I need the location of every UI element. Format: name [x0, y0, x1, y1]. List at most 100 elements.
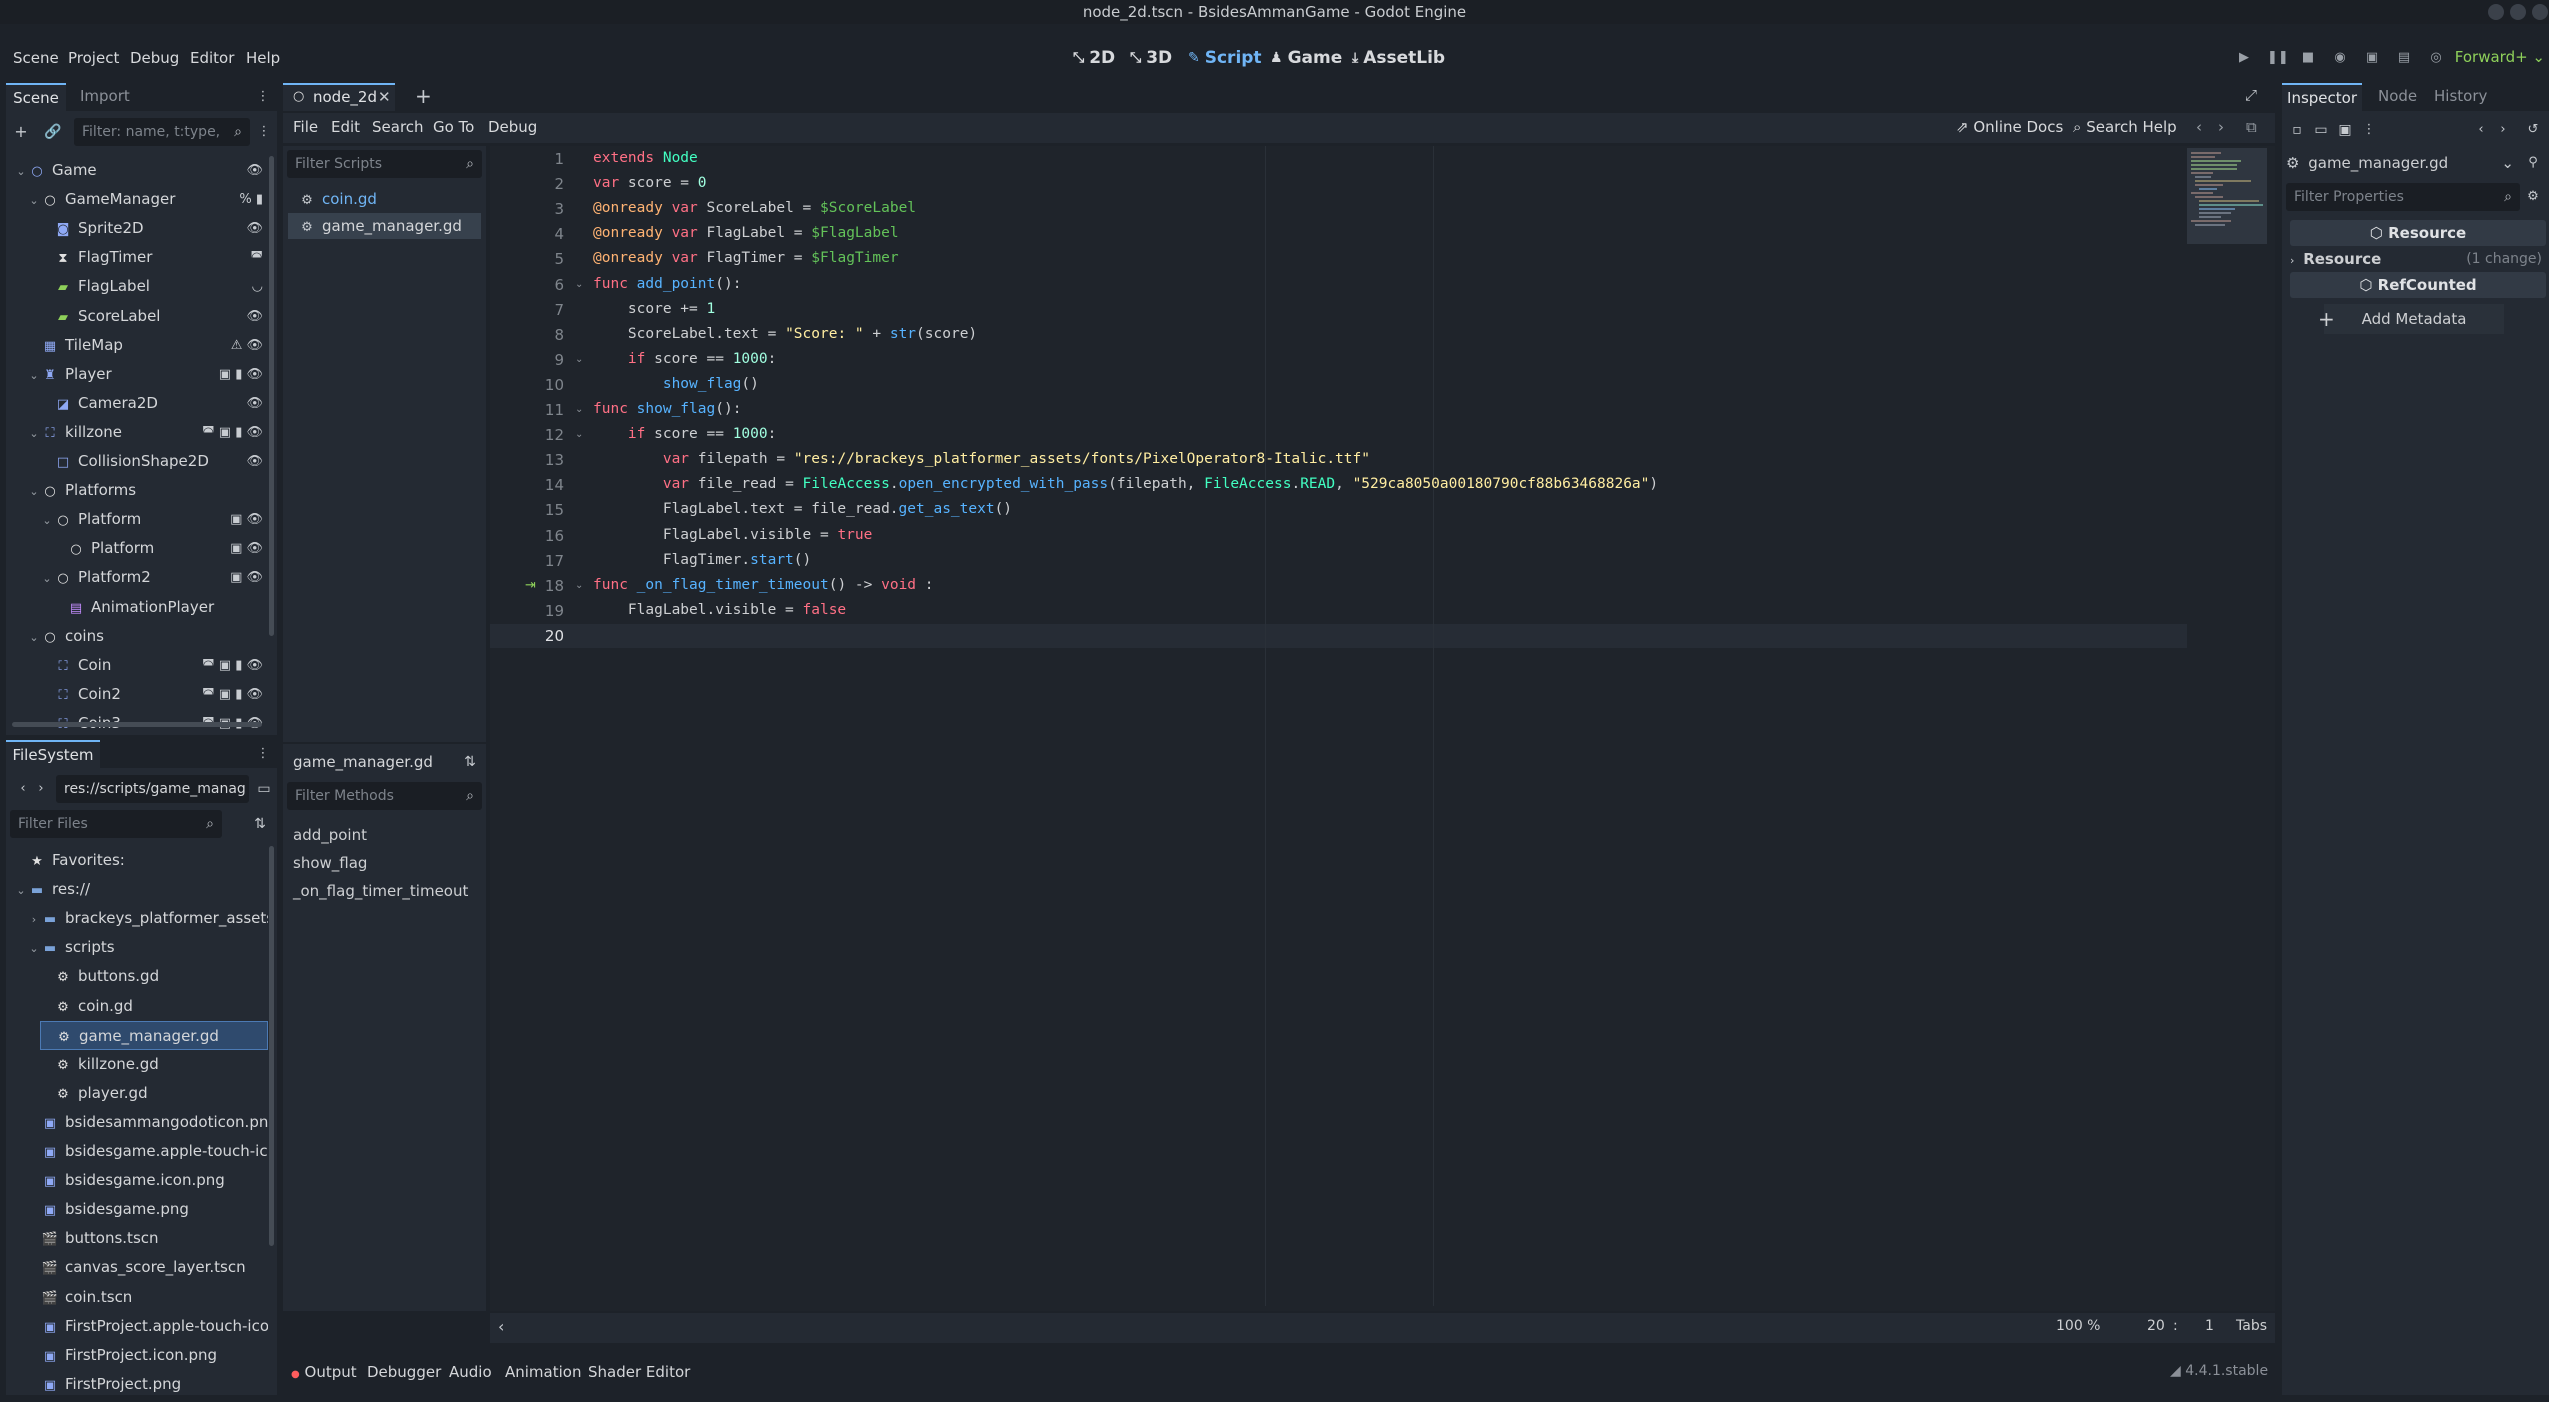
chevron-down-icon[interactable]: ⌄: [27, 934, 41, 963]
filesystem-item[interactable]: ▣ FirstProject.png: [27, 1370, 268, 1395]
menu-scene[interactable]: Scene: [13, 49, 59, 67]
add-node-icon[interactable]: +: [10, 121, 32, 143]
movie-maker-icon[interactable]: ◎: [2427, 49, 2445, 67]
tab-scene[interactable]: Scene: [6, 83, 66, 111]
filesystem-item[interactable]: ⚙ coin.gd: [40, 992, 268, 1021]
minimap[interactable]: [2187, 146, 2275, 1306]
filesystem-item[interactable]: 🎬 coin.tscn: [27, 1283, 268, 1312]
code-line[interactable]: ScoreLabel.text = "Score: " + str(score): [593, 326, 977, 342]
maximize-button[interactable]: [2510, 4, 2526, 20]
play-custom-scene-icon[interactable]: ▤: [2395, 49, 2413, 67]
code-line[interactable]: var filepath = "res://brackeys_platforme…: [593, 451, 1370, 467]
workspace-3d-button[interactable]: ⤡ 3D: [1130, 47, 1172, 69]
scene-tree-item[interactable]: ⛶ Coin: [40, 651, 111, 680]
instance-scene-icon[interactable]: 🔗: [42, 121, 64, 143]
scene-tree-item[interactable]: ⌄ ○ GameManager: [27, 185, 175, 214]
filesystem-item[interactable]: ⚙ game_manager.gd: [40, 1020, 268, 1050]
float-window-icon[interactable]: ⧉: [2246, 118, 2257, 136]
inspector-settings-icon[interactable]: ⚙: [2522, 186, 2544, 208]
filesystem-item[interactable]: 🎬 canvas_score_layer.tscn: [27, 1253, 268, 1282]
chevron-down-icon[interactable]: ⌄: [14, 876, 28, 905]
subsection-resource[interactable]: › Resource (1 change): [2290, 246, 2546, 272]
scene-tree-item[interactable]: ⛶ Coin2: [40, 680, 120, 709]
workspace-assetlib-button[interactable]: ⤓ AssetLib: [1352, 47, 1445, 69]
menu-editor[interactable]: Editor: [190, 49, 234, 67]
script-item-coin[interactable]: ⚙ coin.gd: [288, 186, 481, 212]
code-line[interactable]: show_flag(): [593, 376, 759, 392]
scene-tree-item[interactable]: ⌄ ○ Platform: [40, 505, 141, 534]
close-button[interactable]: [2532, 4, 2548, 20]
close-tab-icon[interactable]: ✕: [378, 88, 391, 106]
code-line[interactable]: FlagLabel.visible = false: [593, 602, 846, 618]
search-help-button[interactable]: ⌕ Search Help: [2073, 118, 2177, 136]
distraction-free-icon[interactable]: ⤢: [2245, 86, 2257, 104]
scene-tree-scrollbar[interactable]: [269, 156, 274, 636]
tab-import[interactable]: Import: [80, 87, 130, 105]
method-item[interactable]: _on_flag_timer_timeout: [293, 882, 468, 900]
filesystem-item[interactable]: ▣ bsidesammangodoticon.png: [27, 1108, 268, 1137]
visibility-icon[interactable]: ▣ 👁: [230, 505, 263, 534]
indent-mode[interactable]: Tabs: [2236, 1318, 2267, 1334]
code-line[interactable]: if score == 1000:: [593, 426, 776, 442]
object-tools-icon[interactable]: ⚲: [2522, 152, 2544, 174]
toggle-split-icon[interactable]: ▭: [253, 778, 275, 800]
filesystem-scrollbar[interactable]: [269, 846, 274, 1246]
workspace-2d-button[interactable]: ⤡ 2D: [1073, 47, 1115, 69]
inspected-object-selector[interactable]: ⚙ game_manager.gd ⌄: [2286, 150, 2516, 176]
signal-connection-icon[interactable]: ⇥: [525, 578, 536, 593]
sort-icon[interactable]: ⇅: [249, 813, 271, 835]
code-line[interactable]: func add_point():: [593, 276, 741, 292]
visibility-icon[interactable]: ◡: [252, 272, 263, 301]
scene-filter-input[interactable]: Filter: name, t:type, ⌕: [74, 118, 250, 146]
code-line[interactable]: func show_flag():: [593, 401, 741, 417]
filesystem-item[interactable]: ▣ bsidesgame.png: [27, 1195, 268, 1224]
visibility-icon[interactable]: % ▮: [239, 185, 263, 214]
code-line[interactable]: @onready var FlagTimer = $FlagTimer: [593, 250, 899, 266]
visibility-icon[interactable]: 👁: [246, 302, 263, 331]
sort-icon[interactable]: ⇅: [459, 751, 481, 773]
script-menu-search[interactable]: Search: [372, 118, 424, 136]
resource-menu-icon[interactable]: ⋮: [2358, 119, 2380, 141]
code-line[interactable]: func _on_flag_timer_timeout() -> void :: [593, 577, 934, 593]
code-editor[interactable]: 1 extends Node 2 var score = 0 3 @onready var…: [490, 146, 2275, 1311]
code-line[interactable]: @onready var ScoreLabel = $ScoreLabel: [593, 200, 916, 216]
scene-tree-item[interactable]: ⧗ FlagTimer: [40, 243, 152, 272]
script-menu-edit[interactable]: Edit: [331, 118, 360, 136]
new-resource-icon[interactable]: ▫: [2286, 119, 2308, 141]
filesystem-item[interactable]: ▣ FirstProject.apple-touch-ico...: [27, 1312, 268, 1341]
fold-arrow-icon[interactable]: ⌄: [575, 279, 583, 290]
code-line[interactable]: FlagTimer.start(): [593, 552, 811, 568]
scene-tree-item[interactable]: ◙ Sprite2D: [40, 214, 144, 243]
chevron-down-icon[interactable]: ⌄: [27, 623, 41, 652]
renderer-select[interactable]: Forward+ ⌄: [2455, 48, 2545, 66]
code-line[interactable]: var score = 0: [593, 175, 707, 191]
code-line[interactable]: @onready var FlagLabel = $FlagLabel: [593, 225, 899, 241]
play-scene-icon[interactable]: ▣: [2363, 49, 2381, 67]
filesystem-item[interactable]: ⌄ ▬ scripts: [27, 933, 268, 962]
chevron-down-icon[interactable]: ⌄: [27, 419, 41, 448]
fold-arrow-icon[interactable]: ⌄: [575, 580, 583, 591]
menu-help[interactable]: Help: [246, 49, 280, 67]
tab-inspector[interactable]: Inspector: [2282, 83, 2362, 111]
chevron-right-icon[interactable]: ›: [27, 905, 41, 934]
history-forward-icon[interactable]: ›: [2218, 118, 2224, 136]
script-item-game-manager[interactable]: ⚙ game_manager.gd: [288, 213, 481, 239]
code-line[interactable]: extends Node: [593, 150, 698, 166]
tab-node-2d[interactable]: ○ node_2d ✕: [283, 83, 395, 111]
method-item[interactable]: show_flag: [293, 854, 367, 872]
visibility-icon[interactable]: ◚ ▣ ▮ 👁: [202, 680, 263, 709]
history-back-icon[interactable]: ‹: [2470, 119, 2492, 141]
code-line[interactable]: FlagLabel.text = file_read.get_as_text(): [593, 501, 1012, 517]
visibility-icon[interactable]: ▣ ▮ 👁: [219, 360, 263, 389]
scene-tree-hscrollbar[interactable]: [12, 722, 262, 727]
visibility-icon[interactable]: 👁: [246, 389, 263, 418]
script-menu-debug[interactable]: Debug: [488, 118, 537, 136]
method-item[interactable]: add_point: [293, 826, 367, 844]
chevron-down-icon[interactable]: ⌄: [40, 564, 54, 593]
visibility-icon[interactable]: 👁: [246, 156, 263, 185]
scene-tree-item[interactable]: ⌄ ○ Platform2: [40, 563, 150, 593]
add-metadata-button[interactable]: + Add Metadata: [2318, 304, 2504, 334]
visibility-icon[interactable]: ◚: [250, 243, 263, 272]
fold-arrow-icon[interactable]: ⌄: [575, 354, 583, 365]
visibility-icon[interactable]: ◚ ▣ ▮ 👁: [202, 651, 263, 680]
